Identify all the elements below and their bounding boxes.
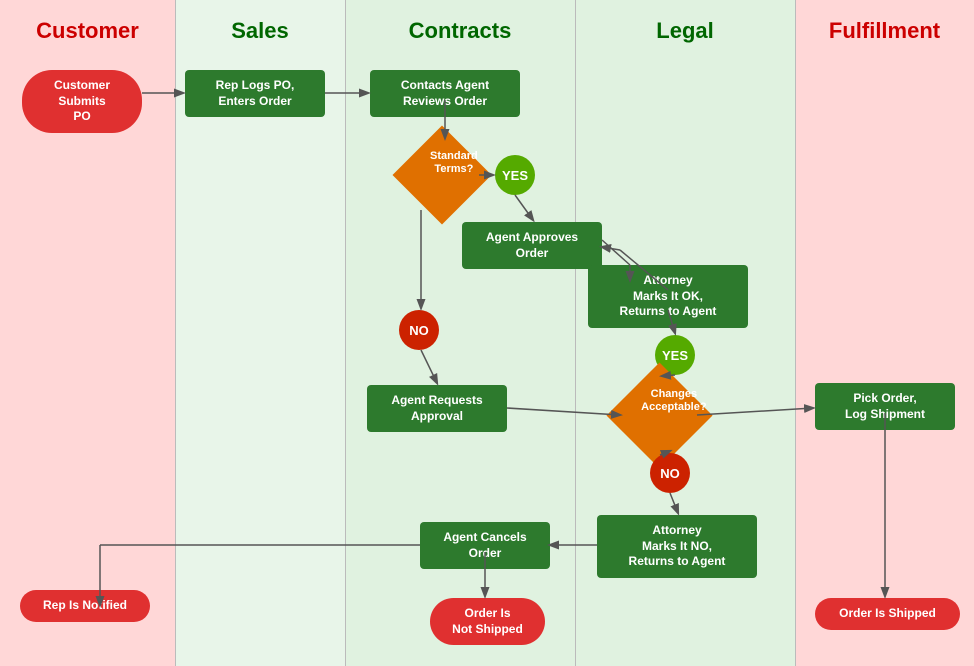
node-rep-logs: Rep Logs PO,Enters Order xyxy=(185,70,325,117)
node-order-not-shipped: Order IsNot Shipped xyxy=(430,598,545,645)
node-customer-submits: Customer SubmitsPO xyxy=(22,70,142,133)
lane-header-fulfillment: Fulfillment xyxy=(795,8,974,54)
lane-header-customer: Customer xyxy=(0,8,175,54)
node-attorney-ok: AttorneyMarks It OK,Returns to Agent xyxy=(588,265,748,328)
node-agent-requests: Agent RequestsApproval xyxy=(367,385,507,432)
lane-header-sales: Sales xyxy=(175,8,345,54)
node-no-1: NO xyxy=(399,310,439,350)
node-agent-cancels: Agent CancelsOrder xyxy=(420,522,550,569)
node-agent-approves: Agent ApprovesOrder xyxy=(462,222,602,269)
node-order-shipped: Order Is Shipped xyxy=(815,598,960,630)
lane-header-contracts: Contracts xyxy=(345,8,575,54)
node-rep-notified: Rep Is Notified xyxy=(20,590,150,622)
node-no-2: NO xyxy=(650,453,690,493)
node-contacts-agent: Contacts AgentReviews Order xyxy=(370,70,520,117)
node-yes-1: YES xyxy=(495,155,535,195)
flowchart: Customer Sales Contracts Legal Fulfillme… xyxy=(0,0,974,666)
node-attorney-no: AttorneyMarks It NO,Returns to Agent xyxy=(597,515,757,578)
node-pick-order: Pick Order,Log Shipment xyxy=(815,383,955,430)
lane-header-legal: Legal xyxy=(575,8,795,54)
